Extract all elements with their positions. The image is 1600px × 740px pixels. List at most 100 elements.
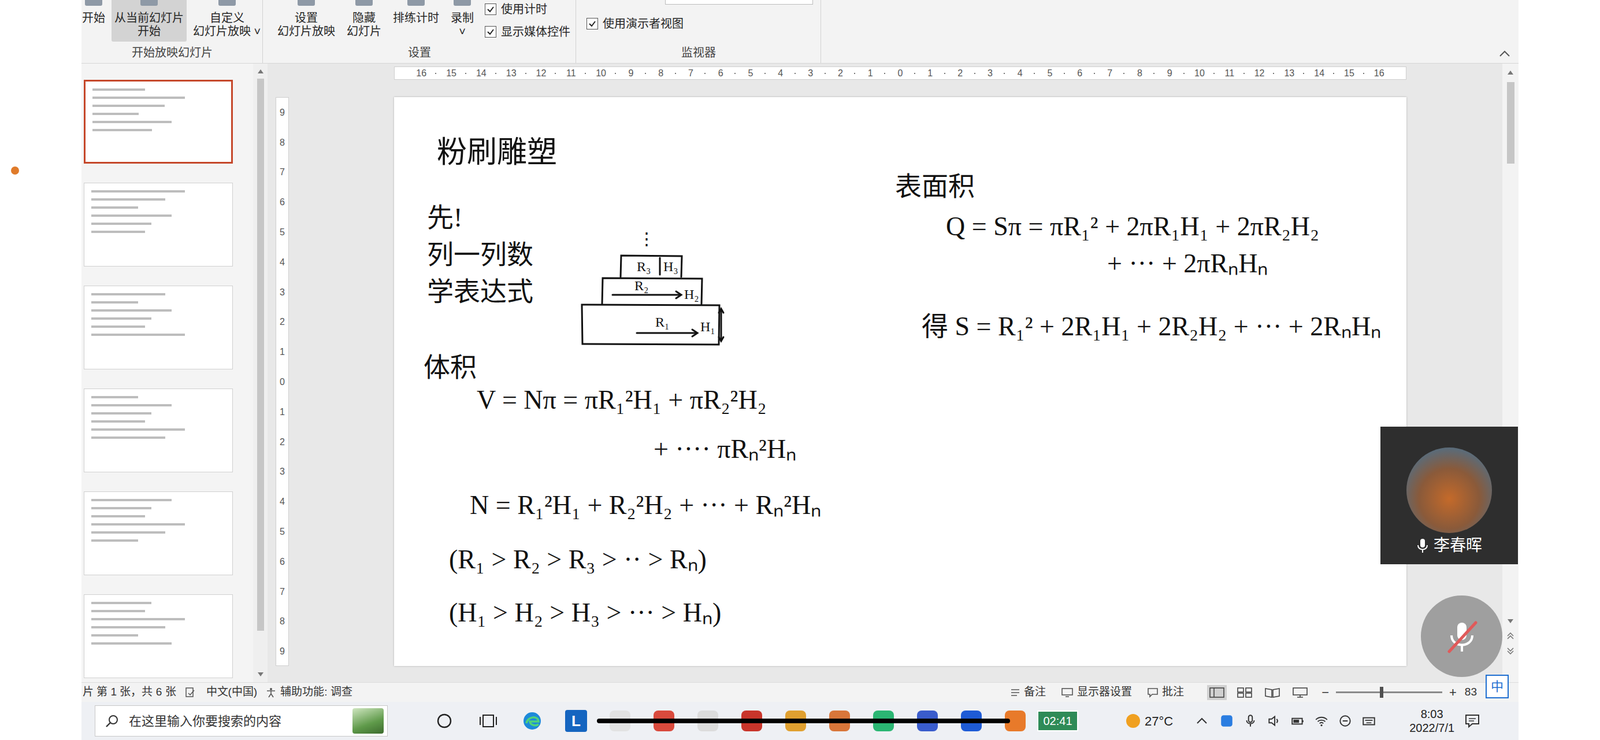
volume-formula: N = R₁²H₁ + R₂²H₂ + ··· + Rₙ²Hₙ — [469, 487, 822, 523]
slideshow-icon[interactable] — [1290, 684, 1310, 700]
zoom-slider-track[interactable] — [1335, 691, 1443, 693]
checkbox-row[interactable]: 显示媒体控件 — [484, 24, 571, 39]
ruler-spacer — [902, 72, 915, 74]
scrollbar-thumb[interactable] — [1506, 82, 1515, 164]
slide-sorter-icon[interactable] — [1234, 684, 1255, 700]
slide-thumbnail[interactable] — [83, 491, 233, 575]
checkbox[interactable] — [586, 17, 599, 30]
tray-button[interactable] — [1309, 708, 1334, 733]
ruler-number: 4 — [279, 257, 285, 268]
tray-expand-icon[interactable] — [1196, 717, 1208, 725]
thumbnail-scribble — [91, 625, 166, 629]
checkbox-row[interactable]: 使用计时 — [484, 2, 571, 17]
tray-button[interactable] — [1333, 708, 1357, 733]
taskbar-search[interactable]: 在这里输入你要搜索的内容 — [94, 704, 388, 737]
ruler-cell: 3 — [974, 68, 1005, 79]
ruler-spacer — [843, 72, 856, 74]
slide-thumbnail[interactable] — [83, 182, 233, 267]
ribbon-button[interactable]: 开始 — [79, 0, 109, 29]
editor-scrollbar[interactable] — [1502, 63, 1519, 682]
scroll-buttons — [1506, 618, 1514, 655]
check-icon — [485, 27, 496, 37]
area-formula: Q = Sπ = πR₁² + 2πR₁H₁ + 2πR₂H₂ — [945, 209, 1320, 244]
slide-thumbnail[interactable] — [83, 79, 233, 164]
scroll-up-icon[interactable] — [1506, 69, 1514, 76]
checkbox-row[interactable]: 使用演示者视图 — [586, 16, 814, 31]
call-participant-card[interactable]: 李春晖 — [1380, 426, 1518, 564]
ruler-number: 3 — [987, 68, 993, 79]
tray-button[interactable] — [1214, 708, 1239, 733]
tray-button[interactable] — [1285, 708, 1310, 733]
ruler-spacer — [516, 72, 527, 74]
notes-icon[interactable] — [1010, 687, 1021, 698]
checkbox[interactable] — [484, 3, 497, 16]
ruler-cell: 5 — [1034, 68, 1065, 79]
tray-button[interactable] — [1356, 708, 1381, 733]
ribbon-group: 开始从当前幻灯片开始自定义幻灯片放映 ˅开始放映幻灯片 — [81, 0, 263, 63]
next-slide-icon[interactable] — [1506, 647, 1514, 655]
checkbox[interactable] — [484, 26, 497, 38]
zoom-slider-thumb[interactable] — [1379, 686, 1384, 698]
ruler-tick — [734, 72, 736, 74]
ruler-number: 5 — [1047, 68, 1053, 79]
thumbnail-scribble — [91, 609, 146, 612]
thumbnail-scribble — [91, 403, 172, 407]
ribbon-button[interactable]: 从当前幻灯片开始 — [111, 0, 187, 42]
layered-sculpture-diagram: ⋮R₃H₃R₂H₂R₁H₁ — [576, 224, 729, 350]
monitor-dropdown[interactable] — [665, 0, 814, 5]
ribbon-button[interactable]: 设置幻灯片放映 — [274, 0, 339, 42]
tray-button[interactable] — [1238, 708, 1262, 733]
scroll-down-icon[interactable] — [1506, 618, 1514, 625]
taskbar-button[interactable]: L — [554, 703, 599, 738]
taskbar-button[interactable] — [510, 703, 555, 738]
slide-thumbnail[interactable] — [83, 388, 233, 473]
battery-icon — [1290, 713, 1306, 729]
ruler-tick — [495, 72, 497, 74]
spelling-check-icon[interactable] — [184, 686, 196, 699]
reading-view-icon[interactable] — [1262, 684, 1283, 700]
radius-label: R₁ — [655, 314, 670, 330]
ruler-number: 2 — [279, 316, 285, 328]
slide-canvas[interactable]: 粉刷雕塑先!列一列数学表达式体积V = Nπ = πR₁²H₁ + πR₂²H₂… — [394, 97, 1407, 666]
display-settings-icon[interactable] — [1060, 687, 1074, 698]
vertical-ruler[interactable]: 9876543210123456789 — [275, 97, 289, 666]
scroll-down-icon[interactable] — [257, 671, 265, 678]
taskbar-button[interactable] — [466, 703, 511, 738]
scroll-up-icon[interactable] — [257, 68, 265, 74]
ribbon-button[interactable]: 自定义幻灯片放映 ˅ — [190, 0, 264, 42]
collapse-ribbon-icon[interactable] — [1498, 50, 1511, 58]
diagram-dots: ⋮ — [637, 228, 656, 248]
area-formula: 得 S = R₁² + 2R₁H₁ + 2R₂H₂ + ··· + 2RₙHₙ — [921, 309, 1382, 344]
notification-icon[interactable] — [1464, 713, 1481, 729]
taskbar-clock[interactable]: 8:032022/7/1 — [1406, 706, 1458, 735]
height-label: H₁ — [700, 318, 716, 334]
ruler-number: 3 — [279, 466, 285, 477]
group-label: 监视器 — [576, 45, 821, 63]
ruler-tick — [884, 72, 886, 74]
horizontal-ruler[interactable]: 1615141312111098765432101234567891011121… — [394, 66, 1407, 80]
thumbnail-scrollbar[interactable] — [253, 63, 268, 682]
ruler-number: 9 — [628, 68, 634, 79]
ribbon-button[interactable]: 排练计时 — [390, 0, 443, 29]
ruler-number: 4 — [777, 68, 783, 79]
ribbon-button[interactable]: 录制˅ — [447, 0, 477, 42]
ime-indicator: 中 — [1485, 674, 1509, 699]
ribbon-button[interactable]: 隐藏幻灯片 — [343, 0, 385, 42]
normal-view-icon[interactable] — [1207, 684, 1227, 700]
taskbar-button[interactable] — [422, 703, 467, 738]
ruler-spacer — [426, 72, 437, 74]
ruler-tick — [974, 72, 976, 74]
mute-button[interactable] — [1420, 595, 1503, 677]
previous-slide-icon[interactable] — [1506, 632, 1514, 640]
ruler-tick — [674, 72, 677, 74]
scrollbar-thumb[interactable] — [257, 78, 265, 631]
slide-thumbnail[interactable] — [83, 594, 233, 678]
diagram-shapes — [581, 255, 724, 345]
tray-button[interactable] — [1261, 708, 1286, 733]
slide-thumbnail[interactable] — [83, 285, 233, 370]
comments-icon[interactable] — [1146, 687, 1159, 698]
video-progress-track[interactable] — [596, 718, 1011, 723]
thumbnail-scribble — [91, 522, 185, 526]
thumbnail-scribble — [91, 317, 152, 320]
accessibility-icon[interactable] — [265, 686, 277, 699]
